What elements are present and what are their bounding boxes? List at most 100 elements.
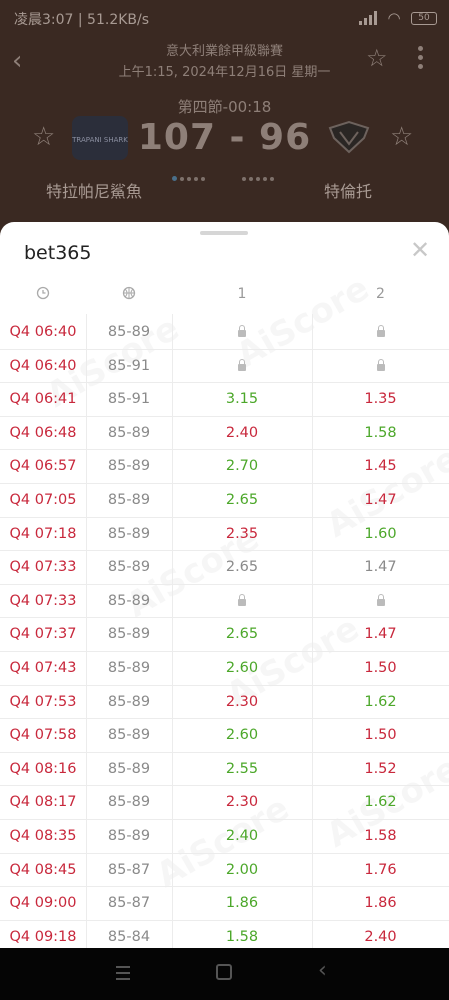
- match-header: 凌晨3:07 | 51.2KB/s ◠ 50 ‹ 意大利業餘甲級聯賽 上午1:1…: [0, 0, 449, 240]
- table-row: Q4 06:40 85-89: [0, 316, 449, 350]
- row-score: 85-89: [107, 760, 151, 777]
- row-time: Q4 06:57: [9, 458, 77, 475]
- row-odds-home: [172, 593, 312, 609]
- row-time: Q4 09:00: [9, 895, 77, 912]
- away-team-logo: [326, 118, 372, 158]
- home-team-name[interactable]: 特拉帕尼鯊魚: [46, 178, 142, 202]
- table-row: Q4 09:00 85-87 1.86 1.86: [0, 887, 449, 921]
- lock-icon: [238, 593, 246, 606]
- row-time: Q4 07:58: [9, 727, 77, 744]
- table-row: Q4 07:43 85-89 2.60 1.50: [0, 652, 449, 686]
- row-odds-away: 2.40: [364, 928, 397, 945]
- table-row: Q4 06:48 85-89 2.40 1.58: [0, 417, 449, 451]
- lock-icon: [238, 325, 246, 337]
- row-score: 85-89: [107, 458, 151, 475]
- row-odds-away: 1.35: [364, 391, 397, 408]
- home-page-dots: [172, 166, 208, 185]
- row-score: 85-89: [107, 492, 151, 508]
- row-time: Q4 09:18: [9, 928, 77, 945]
- table-row: Q4 06:40 85-91: [0, 350, 449, 384]
- wifi-icon: ◠: [387, 9, 401, 27]
- table-row: Q4 06:41 85-91 3.15 1.35: [0, 383, 449, 417]
- table-row: Q4 06:57 85-89 2.70 1.45: [0, 450, 449, 484]
- sheet-drag-handle[interactable]: [200, 231, 248, 235]
- row-time: Q4 07:33: [9, 559, 77, 576]
- row-time: Q4 06:48: [9, 424, 77, 441]
- row-time: Q4 06:40: [9, 324, 77, 340]
- row-time: Q4 08:35: [9, 828, 77, 844]
- close-icon[interactable]: ✕: [410, 236, 430, 264]
- row-odds-away: [312, 358, 449, 374]
- row-odds-away: 1.47: [364, 492, 397, 508]
- row-time: Q4 08:17: [9, 794, 77, 811]
- home-icon[interactable]: [216, 964, 232, 980]
- row-time: Q4 07:43: [9, 660, 77, 676]
- row-odds-away: 1.58: [364, 424, 397, 441]
- table-row: Q4 07:33 85-89 2.65 1.47: [0, 551, 449, 585]
- row-score: 85-91: [107, 391, 151, 408]
- row-odds-home: 2.40: [225, 424, 259, 441]
- status-bar: 凌晨3:07 | 51.2KB/s ◠ 50: [0, 0, 449, 36]
- star-icon[interactable]: ☆: [366, 44, 388, 72]
- row-odds-home: 2.35: [225, 525, 259, 542]
- table-header: 1 2: [0, 276, 449, 314]
- row-odds-away: 1.86: [364, 895, 397, 912]
- row-time: Q4 06:40: [9, 357, 77, 374]
- more-icon[interactable]: [418, 46, 424, 70]
- row-odds-away: 1.45: [364, 458, 397, 475]
- row-odds-home: 2.65: [225, 492, 259, 508]
- row-score: 85-89: [107, 559, 151, 576]
- row-score: 85-89: [107, 424, 151, 441]
- menu-icon[interactable]: [116, 966, 130, 984]
- row-odds-home: 2.60: [225, 727, 259, 744]
- row-odds-home: [172, 358, 312, 374]
- table-row: Q4 07:05 85-89 2.65 1.47: [0, 484, 449, 518]
- row-odds-away: 1.47: [364, 626, 397, 643]
- lock-icon: [376, 358, 385, 371]
- sheet-title: bet365: [24, 242, 92, 264]
- table-row: Q4 08:16 85-89 2.55 1.52: [0, 753, 449, 787]
- basketball-icon: [86, 286, 172, 304]
- table-row: Q4 09:18 85-84 1.58 2.40: [0, 921, 449, 948]
- row-score: 85-89: [107, 828, 151, 844]
- row-odds-away: 1.62: [364, 693, 397, 710]
- status-time: 凌晨3:07 | 51.2KB/s: [14, 12, 150, 28]
- row-score: 85-91: [107, 357, 151, 374]
- table-row: Q4 08:45 85-87 2.00 1.76: [0, 854, 449, 888]
- row-odds-away: 1.62: [364, 794, 397, 811]
- row-odds-home: 1.86: [225, 895, 259, 912]
- away-favorite-star-icon[interactable]: ☆: [390, 122, 413, 152]
- row-score: 85-89: [107, 660, 151, 676]
- row-odds-home: 3.15: [225, 391, 259, 408]
- row-odds-home: 2.55: [225, 760, 259, 777]
- row-odds-home: 2.40: [225, 828, 259, 844]
- battery-icon: 50: [411, 11, 437, 25]
- row-score: 85-89: [107, 727, 151, 744]
- row-odds-home: 2.30: [225, 794, 259, 811]
- row-time: Q4 07:37: [9, 626, 77, 643]
- odds-sheet: bet365 ✕ AiScore AiScore AiScore AiScore…: [0, 222, 449, 948]
- row-odds-home: 2.60: [225, 660, 259, 676]
- lock-icon: [238, 358, 246, 371]
- row-odds-away: [312, 324, 449, 340]
- row-odds-home: 2.30: [225, 693, 259, 710]
- away-team-name[interactable]: 特倫托: [324, 178, 372, 202]
- row-odds-home: 2.70: [225, 458, 259, 475]
- row-odds-home: [172, 324, 312, 340]
- table-row: Q4 07:33 85-89: [0, 585, 449, 619]
- row-time: Q4 07:05: [9, 492, 77, 508]
- table-row: Q4 07:18 85-89 2.35 1.60: [0, 518, 449, 552]
- away-page-dots: [242, 166, 277, 185]
- match-period: 第四節-00:18: [177, 98, 272, 116]
- row-score: 85-89: [107, 794, 151, 811]
- row-time: Q4 06:41: [9, 391, 77, 408]
- row-time: Q4 07:53: [9, 693, 77, 710]
- lock-icon: [376, 593, 385, 606]
- table-row: Q4 07:58 85-89 2.60 1.50: [0, 719, 449, 753]
- row-score: 85-89: [107, 626, 151, 643]
- system-nav-bar: ‹: [0, 948, 449, 1000]
- row-odds-away: [312, 593, 449, 609]
- row-time: Q4 08:45: [9, 861, 77, 878]
- row-time: Q4 07:33: [9, 592, 77, 609]
- nav-back-icon[interactable]: ‹: [318, 958, 327, 983]
